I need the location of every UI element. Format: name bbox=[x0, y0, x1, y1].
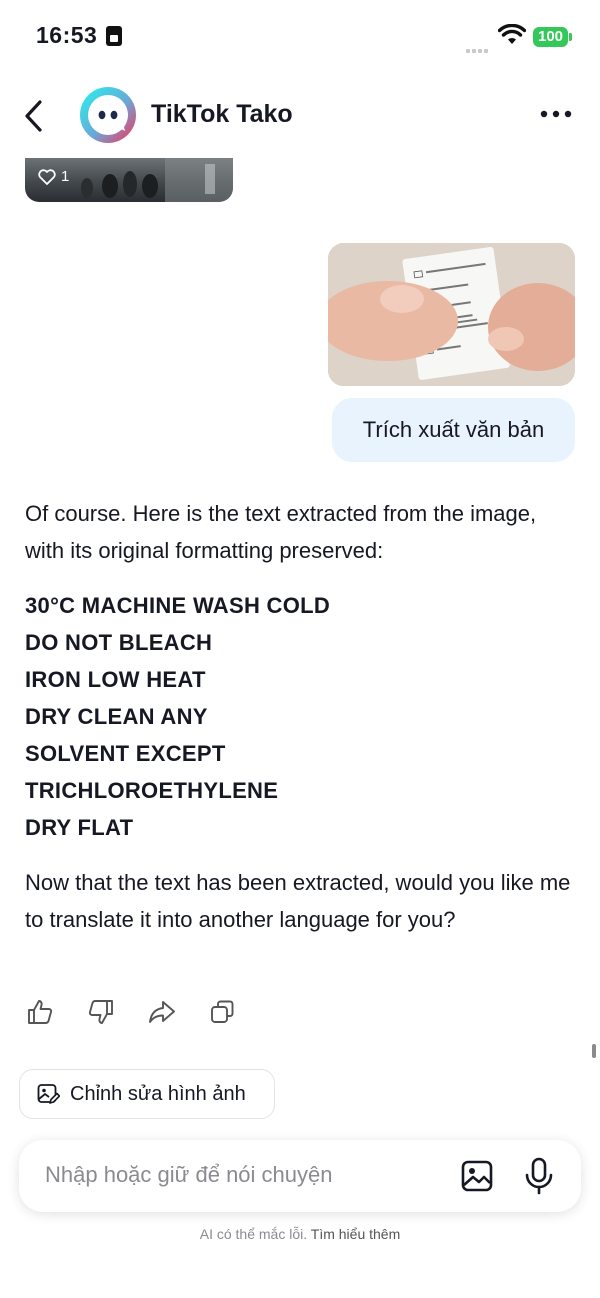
wifi-icon bbox=[497, 23, 527, 51]
previous-image-card[interactable]: 1 bbox=[25, 158, 233, 202]
thumbs-up-icon bbox=[28, 1000, 53, 1024]
image-icon bbox=[461, 1160, 493, 1192]
user-image-message[interactable] bbox=[328, 243, 575, 386]
disclaimer-text: AI có thể mắc lỗi. bbox=[199, 1226, 308, 1242]
extracted-line: 30°C MACHINE WASH COLD bbox=[25, 593, 331, 618]
user-message-bubble: Trích xuất văn bản bbox=[332, 398, 575, 462]
extracted-line: IRON LOW HEAT bbox=[25, 667, 206, 692]
battery-icon: 100 bbox=[533, 27, 568, 47]
extracted-line: SOLVENT EXCEPT bbox=[25, 741, 226, 766]
battery-cap bbox=[569, 33, 572, 41]
ai-disclaimer: AI có thể mắc lỗi. Tìm hiểu thêm bbox=[0, 1226, 600, 1242]
back-button[interactable] bbox=[18, 96, 52, 136]
heart-icon bbox=[38, 168, 56, 185]
ellipsis-icon bbox=[540, 110, 572, 118]
voice-input-button[interactable] bbox=[521, 1156, 557, 1196]
extracted-line: DRY CLEAN ANY bbox=[25, 704, 208, 729]
dislike-button[interactable] bbox=[86, 997, 116, 1027]
edit-image-label: Chỉnh sửa hình ảnh bbox=[70, 1082, 246, 1105]
extracted-line: DO NOT BLEACH bbox=[25, 630, 213, 655]
extracted-line: DRY FLAT bbox=[25, 815, 134, 840]
tako-avatar[interactable] bbox=[79, 86, 137, 144]
more-options-button[interactable] bbox=[536, 104, 576, 124]
share-button[interactable] bbox=[147, 997, 177, 1027]
extracted-text-block: 30°C MACHINE WASH COLD DO NOT BLEACH IRO… bbox=[25, 587, 330, 846]
like-count: 1 bbox=[38, 168, 69, 185]
reply-outro-text: Now that the text has been extracted, wo… bbox=[25, 870, 571, 932]
extracted-line: TRICHLOROETHYLENE bbox=[25, 778, 279, 803]
thumbs-down-icon bbox=[88, 1000, 113, 1024]
cellular-signal-icon bbox=[466, 40, 490, 58]
learn-more-link[interactable]: Tìm hiểu thêm bbox=[311, 1226, 400, 1242]
reply-intro-text: Of course. Here is the text extracted fr… bbox=[25, 501, 537, 563]
sim-card-icon bbox=[106, 26, 122, 46]
edit-image-icon bbox=[37, 1084, 60, 1104]
status-time: 16:53 bbox=[36, 22, 98, 48]
scrollbar[interactable] bbox=[592, 1044, 596, 1058]
share-arrow-icon bbox=[149, 1001, 175, 1023]
microphone-icon bbox=[525, 1157, 553, 1195]
like-count-value: 1 bbox=[61, 168, 70, 185]
edit-image-suggestion[interactable]: Chỉnh sửa hình ảnh bbox=[19, 1069, 275, 1119]
care-label-photo bbox=[328, 243, 575, 386]
message-composer[interactable]: Nhập hoặc giữ để nói chuyện bbox=[19, 1140, 581, 1212]
attach-image-button[interactable] bbox=[459, 1158, 495, 1194]
chat-title: TikTok Tako bbox=[151, 100, 293, 128]
copy-button[interactable] bbox=[208, 997, 238, 1027]
like-button[interactable] bbox=[25, 997, 55, 1027]
message-input[interactable]: Nhập hoặc giữ để nói chuyện bbox=[45, 1162, 332, 1188]
chevron-left-icon bbox=[25, 100, 42, 132]
copy-icon bbox=[211, 1000, 234, 1023]
